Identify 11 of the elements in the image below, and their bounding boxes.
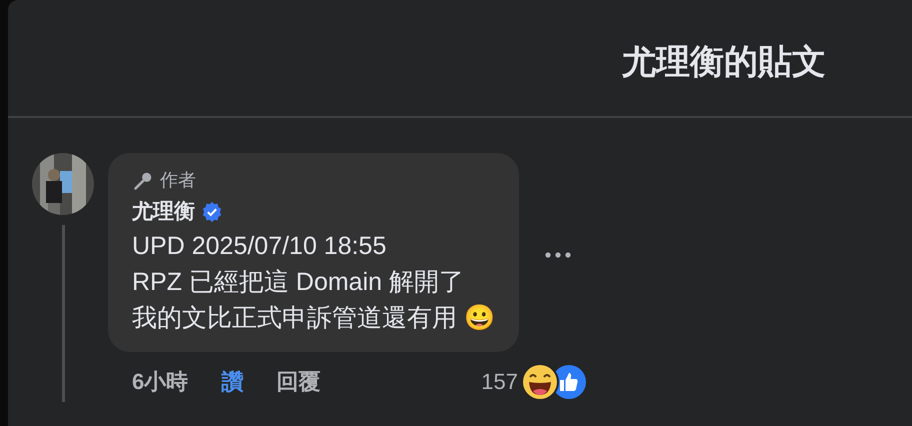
author-name[interactable]: 尤理衡	[132, 196, 195, 228]
author-label: 作者	[160, 169, 196, 192]
comment-text: UPD 2025/07/10 18:55	[132, 230, 388, 262]
timestamp[interactable]: 6小時	[132, 365, 188, 398]
reply-button[interactable]: 回覆	[276, 365, 320, 398]
like-button[interactable]: 讚	[221, 365, 244, 398]
more-options-icon[interactable]	[544, 252, 571, 258]
reaction-count: 157	[481, 368, 518, 396]
comment-text: RPZ 已經把這 Domain 解開了	[132, 266, 465, 298]
comment-text: 我的文比正式申訴管道還有用 😀	[132, 302, 495, 334]
window-title: 尤理衡的貼文	[622, 42, 826, 82]
